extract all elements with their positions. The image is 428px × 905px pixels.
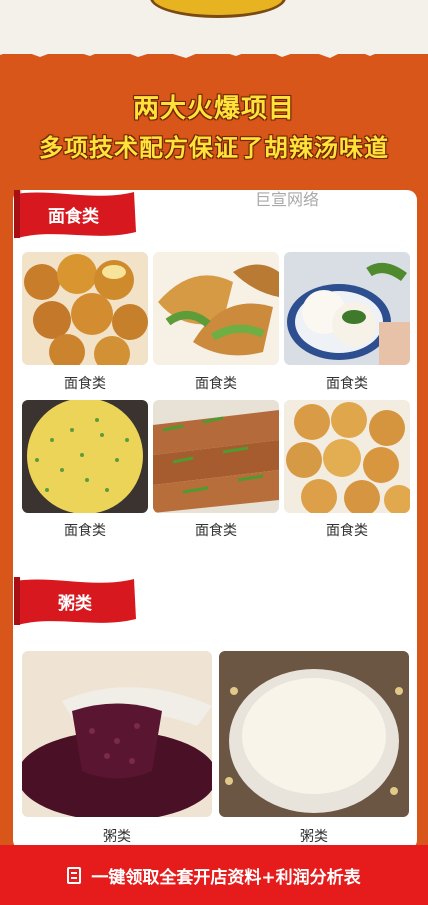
fried-dough-balls-image — [22, 252, 148, 365]
soy-milk-image — [219, 651, 409, 817]
torn-paper-edge — [0, 38, 428, 58]
section-ribbon-noodle: 面食类 — [14, 188, 139, 238]
food-caption: 面食类 — [195, 376, 237, 392]
food-caption: 面食类 — [195, 523, 237, 539]
scallion-flatbread-image — [153, 400, 279, 513]
food-caption: 面食类 — [64, 376, 106, 392]
food-tile — [22, 651, 212, 817]
food-tile — [153, 252, 279, 365]
food-tile — [284, 400, 410, 513]
section-ribbon-porridge: 粥类 — [14, 575, 139, 625]
section-title-porridge: 粥类 — [58, 594, 92, 614]
get-materials-button[interactable]: 一键领取全套开店资料+利润分析表 — [0, 845, 428, 905]
section-title-noodle: 面食类 — [48, 207, 99, 227]
vegetable-pies-image — [153, 252, 279, 365]
egg-pancake-image — [22, 400, 148, 513]
food-caption: 面食类 — [326, 376, 368, 392]
food-tile — [22, 252, 148, 365]
food-tile — [153, 400, 279, 513]
food-caption: 面食类 — [64, 523, 106, 539]
food-tile — [22, 400, 148, 513]
headline-primary: 两大火爆项目 — [132, 94, 295, 124]
document-icon — [67, 866, 82, 884]
food-caption: 粥类 — [300, 829, 328, 845]
steamed-buns-image — [284, 252, 410, 365]
cta-label: 一键领取全套开店资料+利润分析表 — [91, 867, 361, 888]
food-tile — [219, 651, 409, 817]
headline-secondary: 多项技术配方保证了胡辣汤味道 — [39, 134, 389, 162]
food-tile — [284, 252, 410, 365]
food-caption: 粥类 — [103, 829, 131, 845]
food-caption: 面食类 — [326, 523, 368, 539]
watermark: 巨宣网络 — [255, 190, 320, 209]
red-bean-porridge-image — [22, 651, 212, 817]
top-badge — [150, 0, 286, 18]
sesame-balls-image — [284, 400, 410, 513]
